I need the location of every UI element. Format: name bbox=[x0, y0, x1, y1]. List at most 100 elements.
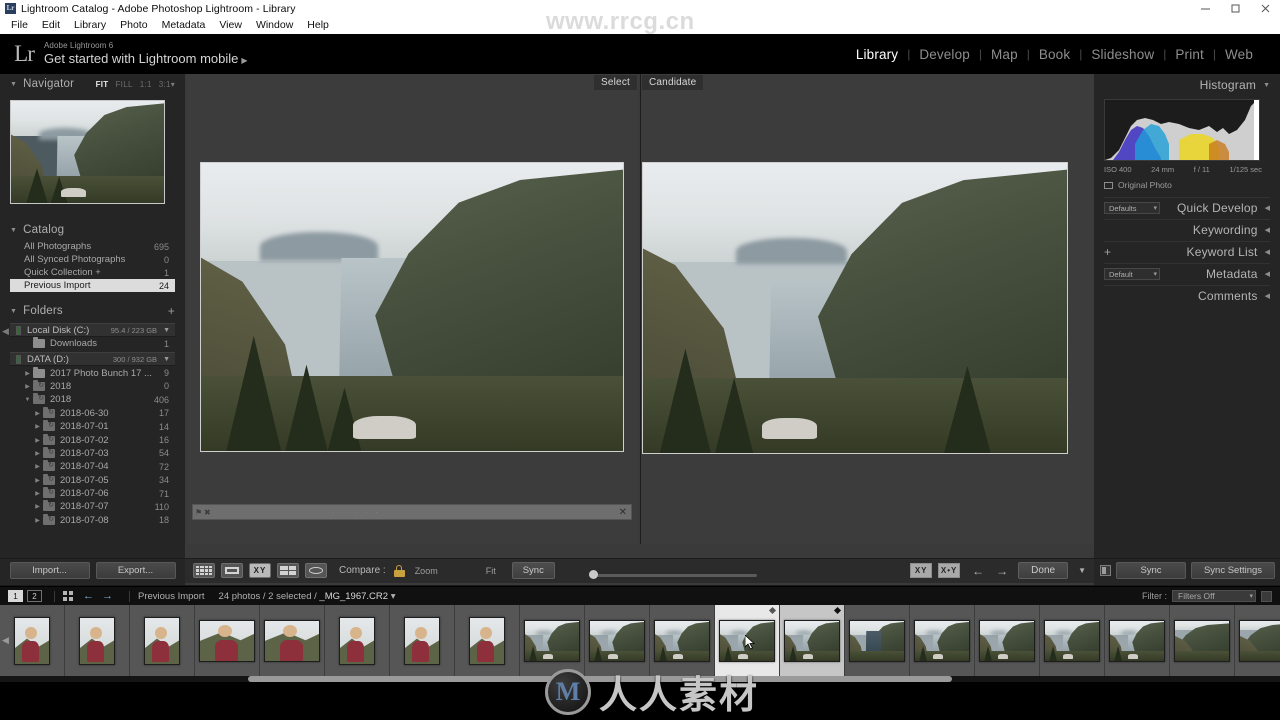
filmstrip-thumbnail[interactable] bbox=[1235, 605, 1280, 677]
chevron-right-icon[interactable]: ▶ bbox=[32, 437, 43, 444]
chevron-down-icon[interactable]: ▼ bbox=[163, 356, 170, 363]
zoom-option-fit[interactable]: FIT bbox=[96, 80, 109, 89]
preset-select[interactable]: Defaults ▾ bbox=[1104, 202, 1160, 214]
reject-icon[interactable]: ✖ bbox=[204, 508, 213, 517]
thumbnail-image[interactable] bbox=[404, 617, 440, 665]
done-button[interactable]: Done bbox=[1018, 562, 1069, 579]
thumbnail-image[interactable] bbox=[524, 620, 580, 662]
thumbnail-image[interactable] bbox=[339, 617, 375, 665]
filmstrip-thumbnail[interactable] bbox=[780, 605, 845, 677]
filmstrip-thumbnail[interactable] bbox=[130, 605, 195, 677]
original-photo-row[interactable]: Original Photo bbox=[1104, 180, 1270, 190]
pick-flag-icon[interactable] bbox=[768, 606, 777, 615]
panel-quick-develop[interactable]: Defaults ▾ Quick Develop ◀ bbox=[1104, 197, 1270, 218]
people-view-button[interactable] bbox=[305, 563, 327, 578]
histogram-header[interactable]: Histogram ▼ bbox=[1104, 74, 1270, 96]
thumbnail-image[interactable] bbox=[654, 620, 710, 662]
menu-photo[interactable]: Photo bbox=[113, 17, 154, 34]
folder-row[interactable]: ▶ ↻ 2018 0 bbox=[10, 379, 175, 393]
chevron-left-icon[interactable]: ◀ bbox=[1265, 226, 1270, 234]
close-icon[interactable]: ✕ bbox=[619, 507, 629, 518]
filmstrip-thumbnail[interactable] bbox=[520, 605, 585, 677]
zoom-option-1-1[interactable]: 1:1 bbox=[140, 80, 152, 89]
grid-icon[interactable] bbox=[63, 591, 73, 601]
zoom-option-fill[interactable]: FILL bbox=[116, 80, 133, 89]
make-select-icon[interactable]: X•Y bbox=[938, 563, 961, 578]
filter-select[interactable]: Filters Off ▾ bbox=[1172, 590, 1256, 602]
folder-row[interactable]: ▶ ↻ 2018-07-04 72 bbox=[10, 460, 175, 473]
volume-row[interactable]: DATA (D:) 300 / 932 GB ▼ bbox=[10, 352, 175, 367]
catalog-item[interactable]: All Synced Photographs 0 bbox=[10, 253, 175, 266]
folder-row[interactable]: ▶ ↻ 2018-07-03 54 bbox=[10, 446, 175, 460]
filmstrip-thumbnail[interactable] bbox=[1040, 605, 1105, 677]
folder-row[interactable]: ▶ ↻ 2018-07-05 34 bbox=[10, 473, 175, 487]
chevron-down-icon[interactable]: ▾ bbox=[391, 591, 396, 602]
filmstrip-thumbnail[interactable] bbox=[260, 605, 325, 677]
swap-icon[interactable]: XY bbox=[910, 563, 933, 578]
chevron-right-icon[interactable]: ▶ bbox=[32, 490, 43, 497]
screen-1-button[interactable]: 1 bbox=[8, 590, 23, 602]
select-filter-bar[interactable]: ⚑ ✖ · · · · · ✕ bbox=[192, 504, 632, 520]
chevron-left-icon[interactable]: ◀ bbox=[1265, 292, 1270, 300]
chevron-left-icon[interactable]: ◀ bbox=[1265, 248, 1270, 256]
panel-metadata[interactable]: Default ▾ Metadata ◀ bbox=[1104, 263, 1270, 284]
filmstrip-thumbnail[interactable] bbox=[910, 605, 975, 677]
filmstrip-thumbnail[interactable] bbox=[845, 605, 910, 677]
zoom-stepper-icon[interactable]: ▾ bbox=[171, 80, 175, 89]
filmstrip-thumbnail[interactable] bbox=[975, 605, 1040, 677]
filmstrip-thumbnail[interactable] bbox=[715, 605, 780, 677]
thumbnail-image[interactable] bbox=[589, 620, 645, 662]
lock-icon[interactable] bbox=[393, 564, 405, 577]
filmstrip-thumbnail[interactable] bbox=[1170, 605, 1235, 677]
catalog-item[interactable]: All Photographs 695 bbox=[10, 240, 175, 253]
candidate-pane[interactable]: Candidate ⚑ ✖ · · · · · bbox=[640, 74, 1280, 544]
grid-view-button[interactable] bbox=[193, 563, 215, 578]
sync-toggle-icon[interactable] bbox=[1100, 565, 1111, 576]
module-develop[interactable]: Develop bbox=[910, 47, 979, 62]
folder-row[interactable]: ▶ ↻ 2018-07-08 18 bbox=[10, 513, 175, 527]
export-button[interactable]: Export... bbox=[95, 562, 176, 579]
folder-row[interactable]: ▶ ↻ 2018-07-06 71 bbox=[10, 487, 175, 500]
folder-row[interactable]: ▼ ↻ 2018 406 bbox=[10, 393, 175, 406]
module-slideshow[interactable]: Slideshow bbox=[1082, 47, 1163, 62]
navigator-header[interactable]: ▼ Navigator FIT FILL 1:1 3:1 ▾ bbox=[10, 74, 175, 94]
thumbnail-image[interactable] bbox=[1044, 620, 1100, 662]
filter-toggle-icon[interactable] bbox=[1261, 590, 1272, 602]
maximize-icon[interactable] bbox=[1220, 0, 1250, 17]
filmstrip-thumbnail[interactable] bbox=[195, 605, 260, 677]
menu-file[interactable]: File bbox=[4, 17, 35, 34]
menu-view[interactable]: View bbox=[212, 17, 249, 34]
add-keyword-icon[interactable]: + bbox=[1104, 245, 1118, 259]
chevron-right-icon[interactable]: ▶ bbox=[22, 383, 33, 390]
survey-view-button[interactable] bbox=[277, 563, 299, 578]
menu-window[interactable]: Window bbox=[249, 17, 300, 34]
minimize-icon[interactable] bbox=[1190, 0, 1220, 17]
pick-flag-icon[interactable] bbox=[833, 606, 842, 615]
filmstrip-source[interactable]: Previous Import bbox=[138, 591, 205, 602]
back-arrow-icon[interactable]: ← bbox=[83, 590, 94, 602]
thumbnail-image[interactable] bbox=[784, 620, 840, 662]
previous-photo-button[interactable]: ← bbox=[966, 564, 990, 578]
chevron-down-icon[interactable]: ▼ bbox=[163, 327, 170, 334]
folder-row[interactable]: Downloads 1 bbox=[10, 337, 175, 350]
select-pane[interactable]: Select ⚑ ✖ · · · · · ✕ bbox=[186, 74, 638, 544]
rating-dots[interactable]: · · · · · bbox=[332, 508, 381, 517]
thumbnail-image[interactable] bbox=[264, 620, 320, 662]
folder-row[interactable]: ▶ ↻ 2018-07-02 16 bbox=[10, 433, 175, 446]
chevron-right-icon[interactable]: ▶ bbox=[22, 370, 33, 377]
thumbnail-image[interactable] bbox=[14, 617, 50, 665]
filmstrip-thumbnail[interactable] bbox=[65, 605, 130, 677]
sync-compare-button[interactable]: Sync bbox=[511, 562, 555, 579]
catalog-header[interactable]: ▼ Catalog bbox=[10, 220, 175, 240]
zoom-option-3-1[interactable]: 3:1 bbox=[159, 80, 171, 89]
preset-select[interactable]: Default ▾ bbox=[1104, 268, 1160, 280]
chevron-right-icon[interactable]: ▶ bbox=[32, 517, 43, 524]
sync-settings-button[interactable]: Sync Settings bbox=[1191, 562, 1275, 579]
filmstrip-thumbnail[interactable] bbox=[585, 605, 650, 677]
menu-edit[interactable]: Edit bbox=[35, 17, 67, 34]
chevron-right-icon[interactable]: ▶ bbox=[32, 503, 43, 510]
chevron-right-icon[interactable]: ▶ bbox=[32, 477, 43, 484]
filmstrip-scroll-left-icon[interactable]: ◀ bbox=[2, 635, 9, 646]
panel-keywording[interactable]: Keywording ◀ bbox=[1104, 219, 1270, 240]
thumbnail-image[interactable] bbox=[144, 617, 180, 665]
